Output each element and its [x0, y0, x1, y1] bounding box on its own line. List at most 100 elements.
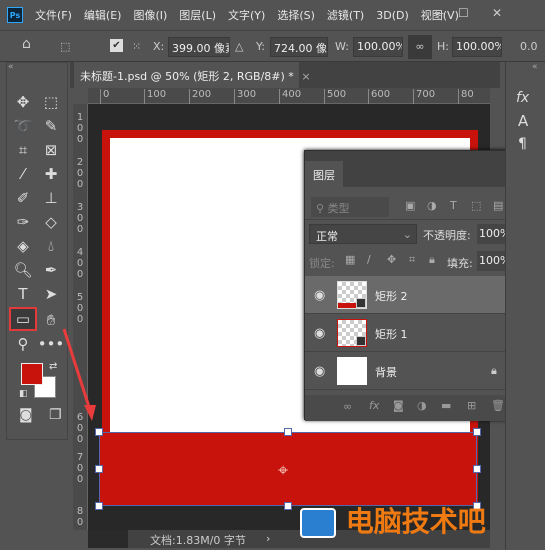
- frame-tool-icon[interactable]: ⊠: [39, 139, 63, 161]
- layer-name[interactable]: 背景: [375, 364, 397, 380]
- w-input[interactable]: 100.00%: [353, 37, 403, 57]
- menu-select[interactable]: 选择(S): [277, 7, 315, 23]
- lock-artboard-icon[interactable]: ⌗: [409, 253, 415, 267]
- document-tab[interactable]: 未标题-1.psd @ 50% (矩形 2, RGB/8#) * ×: [74, 62, 311, 88]
- y-label: Y:: [256, 40, 265, 53]
- pen-tool-icon[interactable]: ✒: [39, 259, 63, 281]
- path-select-icon[interactable]: ➤: [39, 283, 63, 305]
- transform-handle[interactable]: [95, 465, 103, 473]
- x-input[interactable]: 399.00 像素: [168, 37, 230, 57]
- layer-row-background[interactable]: ◉ 背景 🔒︎: [305, 352, 517, 390]
- layer-name[interactable]: 矩形 2: [375, 288, 408, 304]
- angle-input[interactable]: 0.0: [520, 40, 538, 53]
- rectangle-tool-icon[interactable]: ▭: [9, 307, 37, 331]
- reference-point-checkbox[interactable]: ✔: [110, 39, 123, 52]
- h-input[interactable]: 100.00%: [452, 37, 502, 57]
- stamp-tool-icon[interactable]: ⊥: [39, 187, 63, 209]
- visibility-eye-icon[interactable]: ◉: [314, 288, 325, 303]
- marquee-tool-icon[interactable]: ⬚: [39, 91, 63, 113]
- crop-tool-icon[interactable]: ⌗: [11, 139, 35, 161]
- swap-colors-icon[interactable]: ⇄: [49, 361, 57, 372]
- reference-point-icon[interactable]: ⌖: [278, 460, 288, 481]
- transform-icon[interactable]: ⬚: [60, 40, 70, 53]
- menu-layer[interactable]: 图层(L): [179, 7, 216, 23]
- brush-tool-icon[interactable]: ✐: [11, 187, 35, 209]
- visibility-eye-icon[interactable]: ◉: [314, 364, 325, 379]
- collapse-right-icon[interactable]: «: [532, 62, 538, 72]
- adjustment-layer-icon[interactable]: ◑: [417, 399, 427, 412]
- delta-icon[interactable]: △: [235, 40, 243, 53]
- visibility-eye-icon[interactable]: ◉: [314, 326, 325, 341]
- history-brush-icon[interactable]: ✑: [11, 211, 35, 233]
- y-input[interactable]: 724.00 像素: [270, 37, 328, 57]
- filter-smart-object-icon[interactable]: ▤: [493, 199, 503, 212]
- minimize-button[interactable]: —: [432, 6, 444, 20]
- blend-mode-select[interactable]: 正常 ⌄: [309, 224, 417, 244]
- filter-type-icon[interactable]: T: [450, 199, 457, 212]
- link-layers-icon[interactable]: ∞: [343, 400, 352, 413]
- move-tool-icon[interactable]: ✥: [11, 91, 35, 113]
- tab-layers[interactable]: 图层: [305, 161, 343, 187]
- lock-position-icon[interactable]: ✥: [387, 253, 396, 266]
- transform-handle[interactable]: [284, 428, 292, 436]
- fx-icon[interactable]: fx: [369, 399, 379, 412]
- layers-panel: « ✕ 图层 ≡ ⚲ 类型 ▣ ◑ T ⬚ ▤ ● 正常⌄ 不透明度: 100%…: [304, 150, 531, 421]
- filter-adjustment-icon[interactable]: ◑: [427, 199, 437, 212]
- filter-shape-icon[interactable]: ⬚: [471, 199, 481, 212]
- layer-row-rectangle-1[interactable]: ◉ 矩形 1: [305, 314, 517, 352]
- collapse-tools-icon[interactable]: «: [8, 62, 14, 72]
- lock-pixels-icon[interactable]: /: [367, 253, 371, 266]
- dodge-tool-icon[interactable]: 🔍︎: [11, 259, 35, 281]
- healing-tool-icon[interactable]: ✚: [39, 163, 63, 185]
- filter-type-select[interactable]: ⚲ 类型: [311, 197, 389, 217]
- styles-fx-icon[interactable]: fx: [516, 90, 529, 106]
- lock-all-icon[interactable]: 🔒︎: [429, 253, 435, 267]
- delete-layer-icon[interactable]: 🗑︎: [491, 399, 505, 412]
- quick-mask-icon[interactable]: ◙: [19, 407, 33, 423]
- eyedropper-tool-icon[interactable]: ⁄: [11, 163, 35, 185]
- lock-transparent-icon[interactable]: ▦: [345, 253, 355, 266]
- home-icon[interactable]: ⌂: [22, 36, 31, 52]
- transform-handle[interactable]: [284, 502, 292, 510]
- blur-tool-icon[interactable]: 💧︎: [39, 235, 63, 257]
- w-label: W:: [335, 40, 349, 53]
- foreground-color-swatch[interactable]: [21, 363, 43, 385]
- close-button[interactable]: ✕: [492, 6, 502, 20]
- menu-filter[interactable]: 滤镜(T): [327, 7, 364, 23]
- reference-point-icon[interactable]: ⁙: [132, 40, 141, 53]
- paint-bucket-icon[interactable]: ◈: [11, 235, 35, 257]
- character-icon[interactable]: A: [518, 112, 528, 130]
- menu-type[interactable]: 文字(Y): [228, 7, 265, 23]
- menu-edit[interactable]: 编辑(E): [84, 7, 122, 23]
- eraser-tool-icon[interactable]: ◇: [39, 211, 63, 233]
- add-mask-icon[interactable]: ◙: [393, 399, 404, 412]
- default-colors-icon[interactable]: ◧: [19, 389, 28, 399]
- menu-3d[interactable]: 3D(D): [376, 9, 409, 22]
- lock-label: 锁定:: [309, 257, 335, 270]
- link-icon[interactable]: ∞: [408, 35, 432, 59]
- maximize-button[interactable]: ☐: [458, 6, 469, 20]
- zoom-tool-icon[interactable]: ⚲: [11, 333, 35, 355]
- menu-image[interactable]: 图像(I): [133, 7, 167, 23]
- layer-row-rectangle-2[interactable]: ◉ 矩形 2: [305, 276, 517, 314]
- new-layer-icon[interactable]: ⊞: [467, 399, 476, 412]
- type-tool-icon[interactable]: T: [11, 283, 35, 305]
- zoom-field[interactable]: [88, 530, 128, 548]
- transform-handle[interactable]: [473, 428, 481, 436]
- ruler-tick: 80: [76, 506, 84, 528]
- status-arrow-icon[interactable]: ›: [266, 532, 270, 545]
- watermark-logo: 电脑技术吧: [300, 500, 545, 550]
- group-folder-icon[interactable]: ▬: [441, 399, 451, 412]
- paragraph-icon[interactable]: ¶: [518, 136, 527, 152]
- horizontal-ruler: 0 100 200 300 400 500 600 700 80: [88, 88, 490, 104]
- menu-file[interactable]: 文件(F): [35, 7, 72, 23]
- lasso-tool-icon[interactable]: ➰: [11, 115, 35, 137]
- close-tab-icon[interactable]: ×: [301, 70, 310, 83]
- transform-handle[interactable]: [95, 502, 103, 510]
- filter-pixel-icon[interactable]: ▣: [405, 199, 415, 212]
- quick-select-tool-icon[interactable]: ✎: [39, 115, 63, 137]
- transform-handle[interactable]: [473, 465, 481, 473]
- h-label: H:: [437, 40, 449, 53]
- layer-name[interactable]: 矩形 1: [375, 326, 408, 342]
- transform-handle[interactable]: [95, 428, 103, 436]
